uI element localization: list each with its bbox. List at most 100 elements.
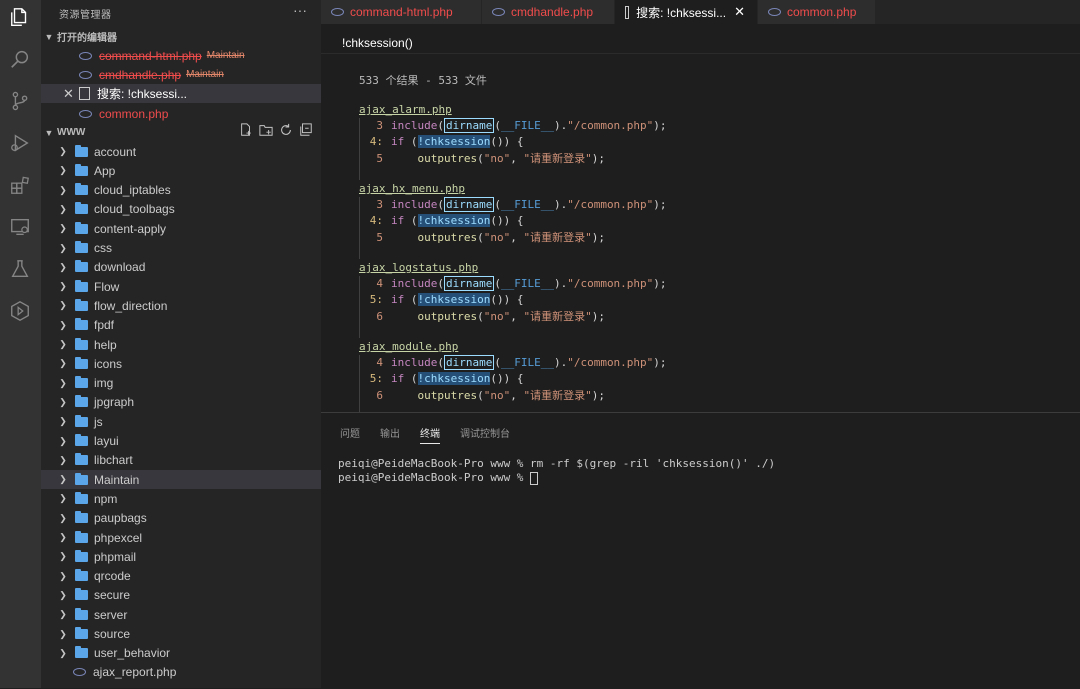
source-control-icon[interactable] [9,90,31,112]
tree-folder-maintain[interactable]: ❯ Maintain [41,470,321,490]
tree-folder-js[interactable]: ❯ js [41,412,321,431]
folder-icon [75,163,88,176]
tree-folder-account[interactable]: ❯ account [41,142,321,161]
tab-search[interactable]: 搜索: !chksessi... ✕ [615,0,758,24]
chevron-right-icon: ❯ [59,609,67,620]
tree-folder-source[interactable]: ❯ source [41,625,321,644]
chevron-right-icon: ❯ [59,589,67,600]
tab-terminal[interactable]: 终端 [420,425,440,444]
new-folder-icon[interactable] [259,123,273,137]
tree-folder-cloud_toolbags[interactable]: ❯ cloud_toolbags [41,200,321,219]
close-icon[interactable]: ✕ [734,4,745,20]
run-debug-icon[interactable] [9,132,31,154]
tree-folder-phpmail[interactable]: ❯ phpmail [41,547,321,566]
open-editor-name: 搜索: !chksessi... [97,87,188,101]
result-line[interactable]: 4: if (!chksession()) { [363,213,523,227]
open-editor-item[interactable]: cmdhandle.php Maintain [41,65,321,84]
close-icon[interactable]: ✕ [63,86,77,102]
result-line[interactable]: 5: if (!chksession()) { [363,371,523,385]
result-line[interactable]: 5 outputres("no", "请重新登录"); [363,150,605,166]
folder-name: account [94,144,137,159]
folder-name: download [94,260,146,275]
folder-icon [75,298,88,311]
tree-folder-img[interactable]: ❯ img [41,374,321,393]
refresh-icon[interactable] [279,123,293,137]
tab-debug-console[interactable]: 调试控制台 [460,425,510,444]
more-actions-icon[interactable]: ··· [293,2,307,18]
result-line[interactable]: 5: if (!chksession()) { [363,292,523,306]
collapse-all-icon[interactable] [299,123,313,137]
chevron-right-icon: ❯ [59,165,67,176]
tree-folder-secure[interactable]: ❯ secure [41,586,321,605]
result-file-name[interactable]: ajax_hx_menu.php [359,182,465,195]
tab-cmdhandle[interactable]: cmdhandle.php [482,0,615,24]
result-line[interactable]: 4 include(dirname (__FILE__)."/common.php"… [363,355,667,370]
folder-name: paupbags [94,511,147,526]
chevron-right-icon: ❯ [59,184,67,195]
folder-name: content-apply [94,221,167,236]
tree-folder-user_behavior[interactable]: ❯ user_behavior [41,644,321,663]
remote-explorer-icon[interactable] [9,216,31,238]
result-line[interactable]: 4 include(dirname (__FILE__)."/common.php"… [363,276,667,291]
chevron-right-icon: ❯ [59,628,67,639]
live-share-icon[interactable] [9,300,31,322]
result-line[interactable]: 5 outputres("no", "请重新登录"); [363,229,605,245]
tree-folder-layui[interactable]: ❯ layui [41,432,321,451]
tree-folder-server[interactable]: ❯ server [41,605,321,624]
tree-folder-libchart[interactable]: ❯ libchart [41,451,321,470]
tree-folder-npm[interactable]: ❯ npm [41,489,321,508]
tree-folder-phpexcel[interactable]: ❯ phpexcel [41,528,321,547]
tree-folder-fpdf[interactable]: ❯ fpdf [41,316,321,335]
open-editor-item[interactable]: command-html.php Maintain [41,46,321,65]
line-number: 6 [376,389,383,403]
search-icon[interactable] [9,48,31,70]
php-file-icon [331,8,344,16]
tree-folder-content-apply[interactable]: ❯ content-apply [41,219,321,238]
tab-output[interactable]: 输出 [380,425,400,444]
workspace-header[interactable]: ▼ WWW [41,123,321,142]
result-file-name[interactable]: ajax_logstatus.php [359,261,478,274]
tree-folder-icons[interactable]: ❯ icons [41,354,321,373]
workspace-label: WWW [57,127,86,138]
tree-folder-app[interactable]: ❯ App [41,161,321,180]
open-editor-item[interactable]: common.php [41,104,321,123]
chevron-down-icon: ▼ [44,127,54,138]
folder-icon [75,491,88,504]
tab-problems[interactable]: 问题 [340,425,360,444]
result-file-name[interactable]: ajax_module.php [359,340,458,353]
tree-folder-jpgraph[interactable]: ❯ jpgraph [41,393,321,412]
indent-guide [359,355,360,417]
open-editors-header[interactable]: ▼ 打开的编辑器 [41,27,321,46]
result-line[interactable]: 4: if (!chksession()) { [363,134,523,148]
tree-folder-qrcode[interactable]: ❯ qrcode [41,567,321,586]
folder-name: phpmail [94,549,137,564]
folder-name: cloud_toolbags [94,202,175,217]
result-line[interactable]: 6 outputres("no", "请重新登录"); [363,387,605,403]
terminal-line: peiqi@PeideMacBook-Pro www % [338,471,531,484]
tab-command-html[interactable]: command-html.php [321,0,482,24]
tree-folder-paupbags[interactable]: ❯ paupbags [41,509,321,528]
testing-icon[interactable] [9,258,31,280]
new-file-icon[interactable] [239,123,253,137]
terminal[interactable]: peiqi@PeideMacBook-Pro www % rm -rf $(gr… [338,457,775,485]
tab-common[interactable]: common.php [758,0,876,24]
tree-folder-flow[interactable]: ❯ Flow [41,277,321,296]
result-file-name[interactable]: ajax_alarm.php [359,103,452,116]
result-summary: 533 个结果 - 533 文件 [359,74,487,87]
file-item[interactable]: ajax_report.php [41,662,321,681]
extensions-icon[interactable] [9,174,31,196]
bottom-panel: 问题 输出 终端 调试控制台 peiqi@PeideMacBook-Pro ww… [321,412,1080,689]
search-query-input[interactable]: !chksession() [321,33,1080,54]
line-number: 3 [376,119,383,132]
chevron-right-icon: ❯ [59,416,67,427]
tree-folder-css[interactable]: ❯ css [41,239,321,258]
result-line[interactable]: 3 include(dirname (__FILE__)."/common.php"… [363,197,667,212]
tree-folder-cloud_iptables[interactable]: ❯ cloud_iptables [41,181,321,200]
result-line[interactable]: 3 include(dirname (__FILE__)."/common.php"… [363,118,667,133]
result-line[interactable]: 6 outputres("no", "请重新登录"); [363,308,605,324]
tree-folder-download[interactable]: ❯ download [41,258,321,277]
tree-folder-help[interactable]: ❯ help [41,335,321,354]
open-editor-item-active[interactable]: ✕ 搜索: !chksessi... [41,84,321,103]
tree-folder-flow_direction[interactable]: ❯ flow_direction [41,296,321,315]
explorer-icon[interactable] [9,6,31,28]
